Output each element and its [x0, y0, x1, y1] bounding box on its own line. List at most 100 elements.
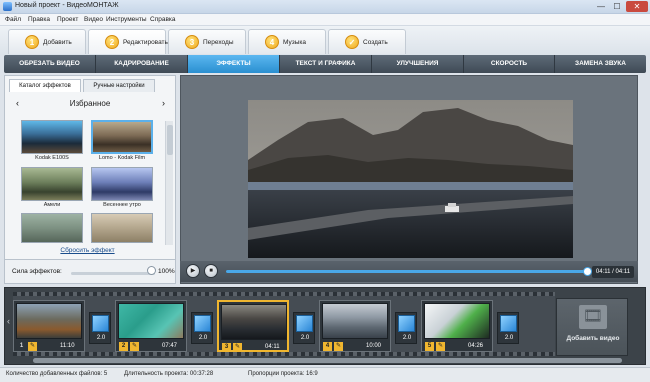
edit-pen-icon[interactable]: ✎	[130, 342, 139, 351]
add-video-button[interactable]: 🎞 Добавить видео	[556, 298, 628, 356]
add-video-label: Добавить видео	[566, 335, 620, 342]
workflow-steps: 1 Добавить 2 Редактировать 3 Переходы 4 …	[0, 26, 650, 55]
step-number-badge: 4	[265, 35, 279, 49]
transition[interactable]: 2.0	[395, 312, 417, 344]
clip-duration: 04:11	[265, 344, 280, 350]
scrollbar-thumb[interactable]	[33, 358, 622, 363]
step-label: Добавить	[43, 39, 72, 46]
step-label: Переходы	[203, 39, 234, 46]
menu-help[interactable]: Справка	[150, 16, 176, 23]
timeline-scrollbar[interactable]	[33, 358, 622, 363]
transition-icon	[398, 315, 415, 332]
clip-thumbnail	[424, 303, 490, 339]
maximize-button[interactable]: ☐	[610, 1, 624, 12]
transition-icon	[194, 315, 211, 332]
tab-text-graphics[interactable]: ТЕКСТ И ГРАФИКА	[280, 55, 372, 73]
effect-thumb-selected[interactable]: Lomo - Kodak Film	[91, 120, 153, 162]
effect-thumb[interactable]: Амели	[21, 167, 83, 209]
step-number-badge: 3	[185, 35, 199, 49]
play-button[interactable]: ▶	[186, 264, 200, 278]
edit-pen-icon[interactable]: ✎	[334, 342, 343, 351]
category-title: Избранное	[69, 99, 111, 108]
transition-duration: 2.0	[300, 335, 310, 341]
tab-manual-settings[interactable]: Ручные настройки	[83, 79, 155, 92]
clip-duration: 11:10	[60, 343, 75, 349]
transition[interactable]: 2.0	[89, 312, 111, 344]
menu-project[interactable]: Проект	[57, 16, 78, 23]
tab-crop[interactable]: КАДРИРОВАНИЕ	[96, 55, 188, 73]
strength-slider[interactable]	[71, 272, 155, 275]
tab-enhancements[interactable]: УЛУЧШЕНИЯ	[372, 55, 464, 73]
step-add[interactable]: 1 Добавить	[8, 29, 86, 54]
film-perforation	[13, 292, 555, 296]
clip-number: 5	[425, 342, 434, 351]
edit-subtabs: ОБРЕЗАТЬ ВИДЕО КАДРИРОВАНИЕ ЭФФЕКТЫ ТЕКС…	[4, 55, 646, 73]
edit-pen-icon[interactable]: ✎	[28, 342, 37, 351]
step-transitions[interactable]: 3 Переходы	[168, 29, 246, 54]
edit-pen-icon[interactable]: ✎	[436, 342, 445, 351]
app-logo-icon	[3, 2, 12, 11]
chevron-right-icon[interactable]: ›	[162, 98, 165, 108]
timeline-clip[interactable]: 4 ✎ 10:00	[319, 300, 391, 352]
clip-number: 4	[323, 342, 332, 351]
edit-pen-icon[interactable]: ✎	[233, 343, 242, 352]
timeline-clip[interactable]: 5 ✎ 04:26	[421, 300, 493, 352]
clip-number: 3	[222, 343, 231, 352]
effect-label: Весеннее утро	[103, 202, 141, 208]
scrollbar-thumb[interactable]	[167, 125, 173, 155]
menu-bar: Файл Правка Проект Видео Инструменты Спр…	[0, 14, 650, 26]
minimize-button[interactable]: —	[594, 1, 608, 12]
clip-number: 2	[119, 342, 128, 351]
progress-handle[interactable]	[583, 267, 592, 276]
time-display: 04:11 / 04:11	[592, 266, 634, 278]
strength-slider-handle[interactable]	[147, 266, 156, 275]
film-reel-icon: 🎞	[579, 305, 607, 329]
tab-effects-catalog[interactable]: Каталог эффектов	[9, 79, 81, 92]
effect-label: Lomo - Kodak Film	[98, 155, 146, 161]
tab-speed[interactable]: СКОРОСТЬ	[464, 55, 555, 73]
menu-edit[interactable]: Правка	[28, 16, 50, 23]
close-button[interactable]: ✕	[626, 1, 648, 12]
effect-preview-image	[21, 120, 83, 154]
tab-trim-video[interactable]: ОБРЕЗАТЬ ВИДЕО	[4, 55, 96, 73]
menu-tools[interactable]: Инструменты	[106, 16, 147, 23]
effects-catalog-panel: Каталог эффектов Ручные настройки ‹ Избр…	[4, 75, 176, 284]
menu-video[interactable]: Видео	[84, 16, 103, 23]
window-title: Новый проект - ВидеоМОНТАЖ	[15, 2, 119, 9]
step-music[interactable]: 4 Музыка	[248, 29, 326, 54]
clip-thumbnail	[118, 303, 184, 339]
step-edit[interactable]: 2 Редактировать	[88, 29, 168, 54]
transition-icon	[296, 315, 313, 332]
stop-button[interactable]: ■	[204, 264, 218, 278]
strength-label: Сила эффектов:	[12, 268, 62, 275]
effect-preview-image	[21, 167, 83, 201]
tab-effects[interactable]: ЭФФЕКТЫ	[188, 55, 280, 73]
step-label: Редактировать	[123, 39, 168, 46]
effect-preview-image	[21, 213, 83, 243]
step-label: Создать	[363, 39, 388, 46]
effects-scrollbar[interactable]	[165, 121, 173, 245]
timeline-clip-active[interactable]: 3 ✎ 04:11	[217, 300, 289, 352]
film-perforation	[13, 352, 555, 356]
transition-duration: 2.0	[198, 335, 208, 341]
timeline-clip[interactable]: 1 ✎ 11:10	[13, 300, 85, 352]
effect-thumb[interactable]: Kodak E100S	[21, 120, 83, 162]
timeline-clip[interactable]: 2 ✎ 07:47	[115, 300, 187, 352]
strength-value: 100%	[158, 268, 175, 275]
transition[interactable]: 2.0	[191, 312, 213, 344]
effect-preview-image	[91, 167, 153, 201]
transition[interactable]: 2.0	[497, 312, 519, 344]
reset-effect-link[interactable]: Сбросить эффект	[5, 247, 170, 254]
clip-thumbnail	[16, 303, 82, 339]
category-selector: ‹ Избранное ›	[10, 96, 170, 110]
video-frame-image	[248, 100, 573, 258]
playback-progress-bar[interactable]	[226, 267, 592, 276]
transition-duration: 2.0	[96, 335, 106, 341]
menu-file[interactable]: Файл	[5, 16, 21, 23]
chevron-left-icon[interactable]: ‹	[7, 316, 10, 326]
transition[interactable]: 2.0	[293, 312, 315, 344]
effect-thumb[interactable]: Весеннее утро	[91, 167, 153, 209]
tab-replace-audio[interactable]: ЗАМЕНА ЗВУКА	[555, 55, 646, 73]
added-files-count: Количество добавленных файлов: 5	[6, 371, 108, 377]
step-create[interactable]: ✓ Создать	[328, 29, 406, 54]
